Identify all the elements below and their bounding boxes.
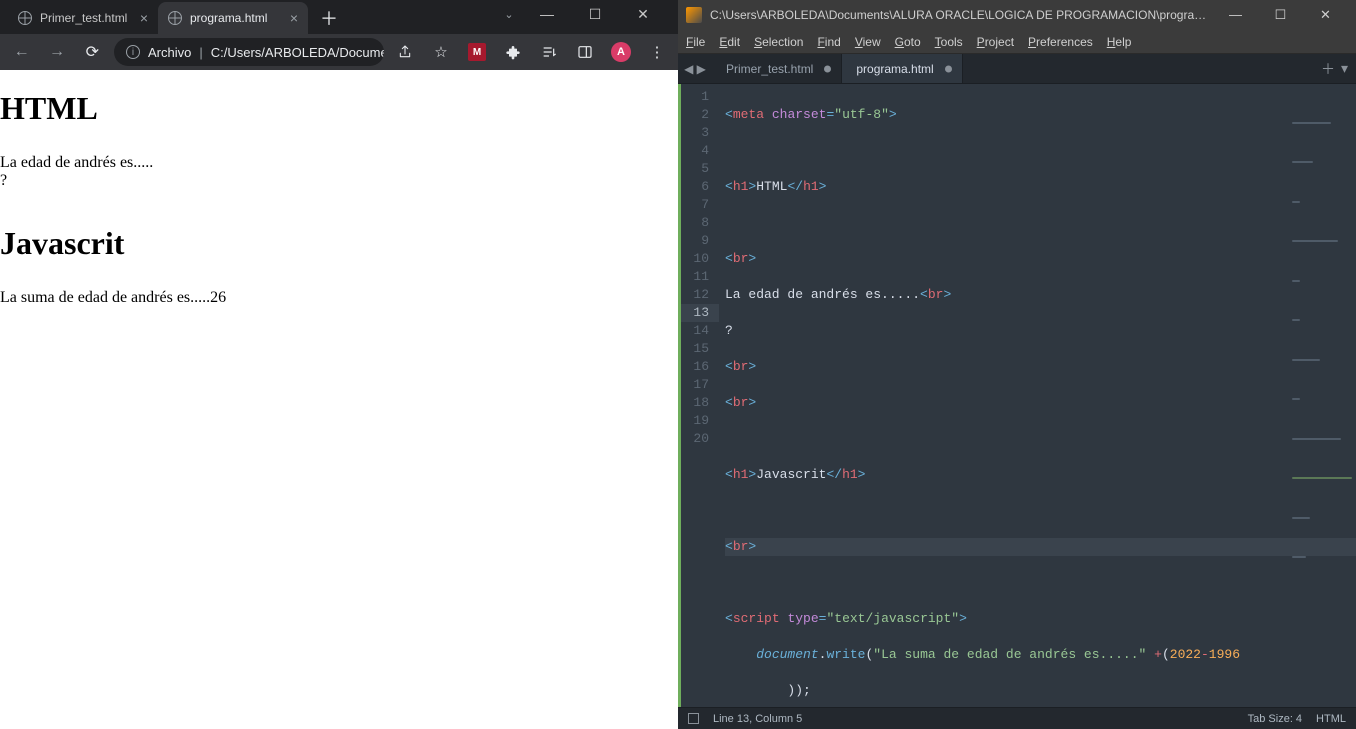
page-content: HTML La edad de andrés es..... ? Javascr… (0, 70, 678, 729)
chrome-window: Primer_test.html × programa.html × ＋ ⌄ —… (0, 0, 678, 729)
menu-icon[interactable]: ⋮ (644, 39, 670, 65)
page-heading-html: HTML (0, 90, 678, 127)
tab-size[interactable]: Tab Size: 4 (1248, 713, 1302, 725)
page-text-line: ? (0, 172, 678, 190)
tab-title: Primer_test.html (40, 11, 132, 25)
menu-view[interactable]: View (855, 35, 881, 49)
maximize-button[interactable]: ☐ (1258, 7, 1303, 23)
tab-title: programa.html (190, 11, 282, 25)
minimap[interactable] (1286, 84, 1356, 707)
sidepanel-icon[interactable] (572, 39, 598, 65)
sublime-title: C:\Users\ARBOLEDA\Documents\ALURA ORACLE… (710, 8, 1213, 22)
menu-help[interactable]: Help (1107, 35, 1132, 49)
tab-dropdown-button[interactable]: ▾ (1341, 60, 1348, 77)
site-info-icon[interactable]: i (126, 45, 140, 59)
minimize-button[interactable]: — (1213, 7, 1258, 23)
syntax-mode[interactable]: HTML (1316, 713, 1346, 725)
menu-project[interactable]: Project (977, 35, 1014, 49)
menu-find[interactable]: Find (817, 35, 840, 49)
panel-switcher-icon[interactable] (688, 713, 699, 724)
dirty-indicator-icon (824, 65, 831, 72)
sublime-titlebar: C:\Users\ARBOLEDA\Documents\ALURA ORACLE… (678, 0, 1356, 30)
globe-icon (18, 11, 32, 25)
minimize-button[interactable]: — (532, 6, 562, 22)
menu-preferences[interactable]: Preferences (1028, 35, 1093, 49)
address-bar[interactable]: i Archivo | C:/Users/ARBOLEDA/Documen… (114, 38, 384, 66)
menu-selection[interactable]: Selection (754, 35, 803, 49)
sublime-tabbar: ◀ ▶ Primer_test.html programa.html ＋ ▾ (678, 54, 1356, 84)
tab-actions: ＋ ▾ (1313, 54, 1356, 83)
profile-avatar[interactable]: A (608, 39, 634, 65)
close-button[interactable]: ✕ (628, 6, 658, 23)
sublime-window-controls: — ☐ ✕ (1213, 7, 1348, 23)
mendeley-extension-icon[interactable]: M (464, 39, 490, 65)
chrome-tab-2[interactable]: programa.html × (158, 2, 308, 34)
menu-tools[interactable]: Tools (935, 35, 963, 49)
tab-title: Primer_test.html (726, 62, 813, 76)
new-tab-button[interactable]: ＋ (1321, 59, 1335, 79)
page-text-line: La edad de andrés es..... (0, 154, 678, 172)
tab-search-button[interactable]: ⌄ (494, 8, 524, 27)
sublime-editor[interactable]: 1234567891011121314151617181920 <meta ch… (678, 84, 1356, 707)
chrome-titlebar: Primer_test.html × programa.html × ＋ ⌄ —… (0, 0, 678, 34)
bookmark-icon[interactable]: ☆ (428, 39, 454, 65)
back-button[interactable]: ← (8, 38, 35, 66)
chrome-tab-1[interactable]: Primer_test.html × (8, 2, 158, 34)
omnibox-label: Archivo (148, 45, 191, 60)
page-heading-js: Javascrit (0, 225, 678, 262)
reading-list-icon[interactable] (536, 39, 562, 65)
cursor-position[interactable]: Line 13, Column 5 (713, 713, 802, 725)
sublime-tab-2[interactable]: programa.html (842, 54, 962, 83)
sublime-window: C:\Users\ARBOLEDA\Documents\ALURA ORACLE… (678, 0, 1356, 729)
omnibox-url: C:/Users/ARBOLEDA/Documen… (211, 45, 384, 60)
close-icon[interactable]: × (140, 11, 148, 25)
sublime-menubar: File Edit Selection Find View Goto Tools… (678, 30, 1356, 54)
chrome-toolbar: ← → ⟳ i Archivo | C:/Users/ARBOLEDA/Docu… (0, 34, 678, 70)
menu-goto[interactable]: Goto (895, 35, 921, 49)
sublime-statusbar: Line 13, Column 5 Tab Size: 4 HTML (678, 707, 1356, 729)
extensions-icon[interactable] (500, 39, 526, 65)
chrome-window-controls: — ☐ ✕ (524, 6, 670, 29)
reload-button[interactable]: ⟳ (79, 38, 106, 66)
sublime-logo-icon (686, 7, 702, 23)
dirty-indicator-icon (945, 65, 952, 72)
line-number-gutter: 1234567891011121314151617181920 (681, 84, 719, 707)
close-button[interactable]: ✕ (1303, 7, 1348, 23)
toolbar-actions: ☆ M A ⋮ (392, 39, 670, 65)
share-icon[interactable] (392, 39, 418, 65)
code-area[interactable]: <meta charset="utf-8"> <h1>HTML</h1> <br… (719, 84, 1356, 707)
chrome-tab-strip: Primer_test.html × programa.html × ＋ (8, 0, 494, 34)
maximize-button[interactable]: ☐ (580, 6, 610, 23)
sublime-tab-1[interactable]: Primer_test.html (712, 54, 842, 83)
page-text-line: La suma de edad de andrés es.....26 (0, 289, 678, 307)
tab-history-nav[interactable]: ◀ ▶ (678, 54, 712, 83)
menu-file[interactable]: File (686, 35, 705, 49)
close-icon[interactable]: × (290, 11, 298, 25)
tab-title: programa.html (856, 62, 933, 76)
globe-icon (168, 11, 182, 25)
new-tab-button[interactable]: ＋ (308, 2, 350, 34)
forward-button[interactable]: → (43, 38, 70, 66)
menu-edit[interactable]: Edit (719, 35, 740, 49)
